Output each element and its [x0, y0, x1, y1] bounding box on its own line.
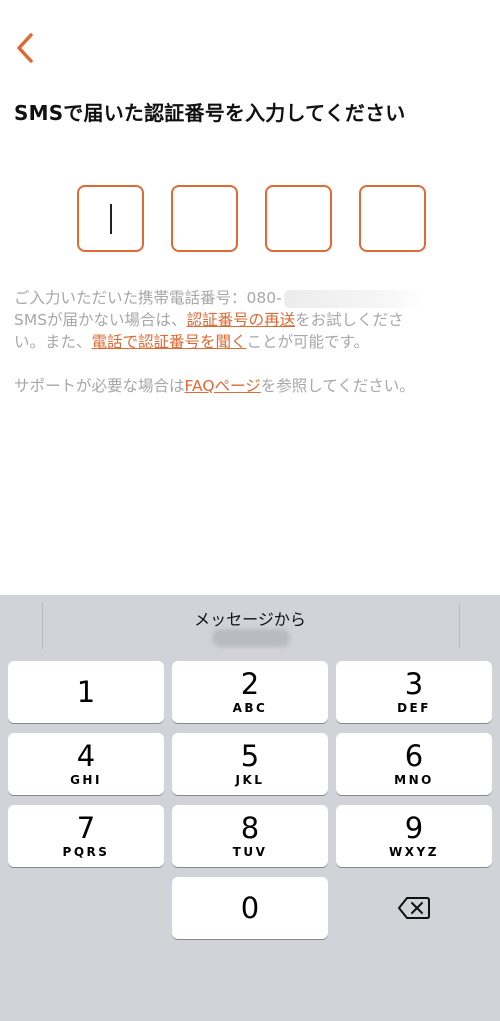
- key-4[interactable]: 4 GHI: [8, 733, 164, 795]
- autofill-code-redacted: [212, 629, 290, 647]
- masked-phone-number: [283, 289, 424, 308]
- key-8-digit: 8: [240, 811, 260, 845]
- key-7-digit: 7: [76, 811, 96, 845]
- resend-line: SMSが届かない場合は、認証番号の再送をお試しくださ: [14, 309, 474, 331]
- key-2[interactable]: 2 ABC: [172, 661, 328, 723]
- support-line: サポートが必要な場合はFAQページを参照してください。: [14, 375, 474, 397]
- key-1-digit: 1: [76, 675, 96, 709]
- key-9-digit: 9: [404, 811, 424, 845]
- backspace-icon: [398, 897, 430, 919]
- info-text: ご入力いただいた携帯電話番号：080- SMSが届かない場合は、認証番号の再送を…: [14, 287, 474, 397]
- key-7-letters: PQRS: [62, 845, 110, 859]
- delete-key[interactable]: [336, 877, 492, 939]
- key-6-letters: MNO: [394, 773, 434, 787]
- verification-code-input[interactable]: [77, 185, 426, 252]
- key-3-digit: 3: [404, 667, 424, 701]
- call-line-prefix: い。また、: [14, 333, 92, 351]
- key-6-digit: 6: [404, 739, 424, 773]
- key-4-digit: 4: [76, 739, 96, 773]
- back-button[interactable]: [8, 26, 42, 70]
- autofill-suggestion-label[interactable]: メッセージから: [0, 606, 500, 630]
- key-9-letters: WXYZ: [389, 845, 439, 859]
- code-digit-box-3[interactable]: [265, 185, 332, 252]
- call-line-suffix: ことが可能です。: [246, 333, 369, 351]
- key-8-letters: TUV: [232, 845, 268, 859]
- key-7[interactable]: 7 PQRS: [8, 805, 164, 867]
- key-6[interactable]: 6 MNO: [336, 733, 492, 795]
- key-4-letters: GHI: [70, 773, 102, 787]
- resend-line-prefix: SMSが届かない場合は、: [14, 311, 187, 329]
- key-2-letters: ABC: [232, 701, 268, 715]
- key-5-digit: 5: [240, 739, 260, 773]
- page-title: SMSで届いた認証番号を入力してください: [14, 101, 406, 125]
- text-caret: [109, 203, 112, 234]
- code-digit-box-4[interactable]: [359, 185, 426, 252]
- key-9[interactable]: 9 WXYZ: [336, 805, 492, 867]
- call-for-code-link[interactable]: 電話で認証番号を聞く: [92, 333, 247, 351]
- autofill-suggestion-bar[interactable]: メッセージから: [0, 595, 500, 653]
- key-0[interactable]: 0: [172, 877, 328, 939]
- phone-number-line: ご入力いただいた携帯電話番号：080-: [14, 287, 474, 309]
- code-digit-box-2[interactable]: [171, 185, 238, 252]
- resend-code-link[interactable]: 認証番号の再送: [187, 311, 296, 329]
- numeric-keyboard: メッセージから 1 2 ABC 3 DEF 4 GHI 5 JKL 6 MNO 7 PQRS…: [0, 595, 500, 1021]
- code-digit-box-1[interactable]: [77, 185, 144, 252]
- faq-link[interactable]: FAQページ: [185, 377, 261, 395]
- key-0-digit: 0: [240, 891, 260, 925]
- key-1[interactable]: 1: [8, 661, 164, 723]
- support-suffix: を参照してください。: [260, 377, 415, 395]
- call-line: い。また、電話で認証番号を聞くことが可能です。: [14, 331, 474, 353]
- key-3-letters: DEF: [397, 701, 431, 715]
- resend-line-suffix: をお試しくださ: [295, 311, 404, 329]
- key-3[interactable]: 3 DEF: [336, 661, 492, 723]
- phone-prefix: ご入力いただいた携帯電話番号：080-: [14, 289, 282, 307]
- key-5-letters: JKL: [235, 773, 265, 787]
- key-2-digit: 2: [240, 667, 260, 701]
- key-5[interactable]: 5 JKL: [172, 733, 328, 795]
- key-8[interactable]: 8 TUV: [172, 805, 328, 867]
- chevron-left-icon: [17, 33, 33, 63]
- support-prefix: サポートが必要な場合は: [14, 377, 185, 395]
